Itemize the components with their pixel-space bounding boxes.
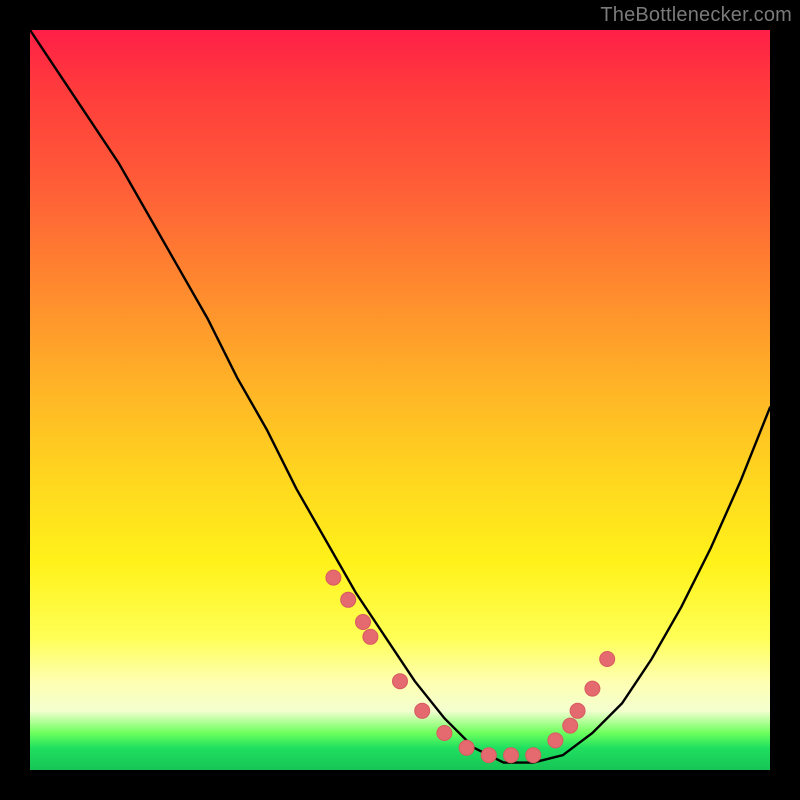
marker-point xyxy=(600,652,615,667)
marker-point xyxy=(585,681,600,696)
marker-point xyxy=(504,748,519,763)
marker-point xyxy=(548,733,563,748)
marker-point xyxy=(437,726,452,741)
marker-point xyxy=(415,703,430,718)
bottleneck-curve xyxy=(30,30,770,763)
curve-svg xyxy=(30,30,770,770)
marker-point xyxy=(393,674,408,689)
chart-stage: TheBottlenecker.com xyxy=(0,0,800,800)
marker-point xyxy=(459,740,474,755)
watermark-text: TheBottlenecker.com xyxy=(600,4,792,27)
marker-point xyxy=(363,629,378,644)
marker-point xyxy=(570,703,585,718)
plot-area xyxy=(30,30,770,770)
marker-point xyxy=(326,570,341,585)
marker-point xyxy=(356,615,371,630)
marker-point xyxy=(481,748,496,763)
marker-group xyxy=(326,570,615,763)
marker-point xyxy=(526,748,541,763)
marker-point xyxy=(341,592,356,607)
marker-point xyxy=(563,718,578,733)
